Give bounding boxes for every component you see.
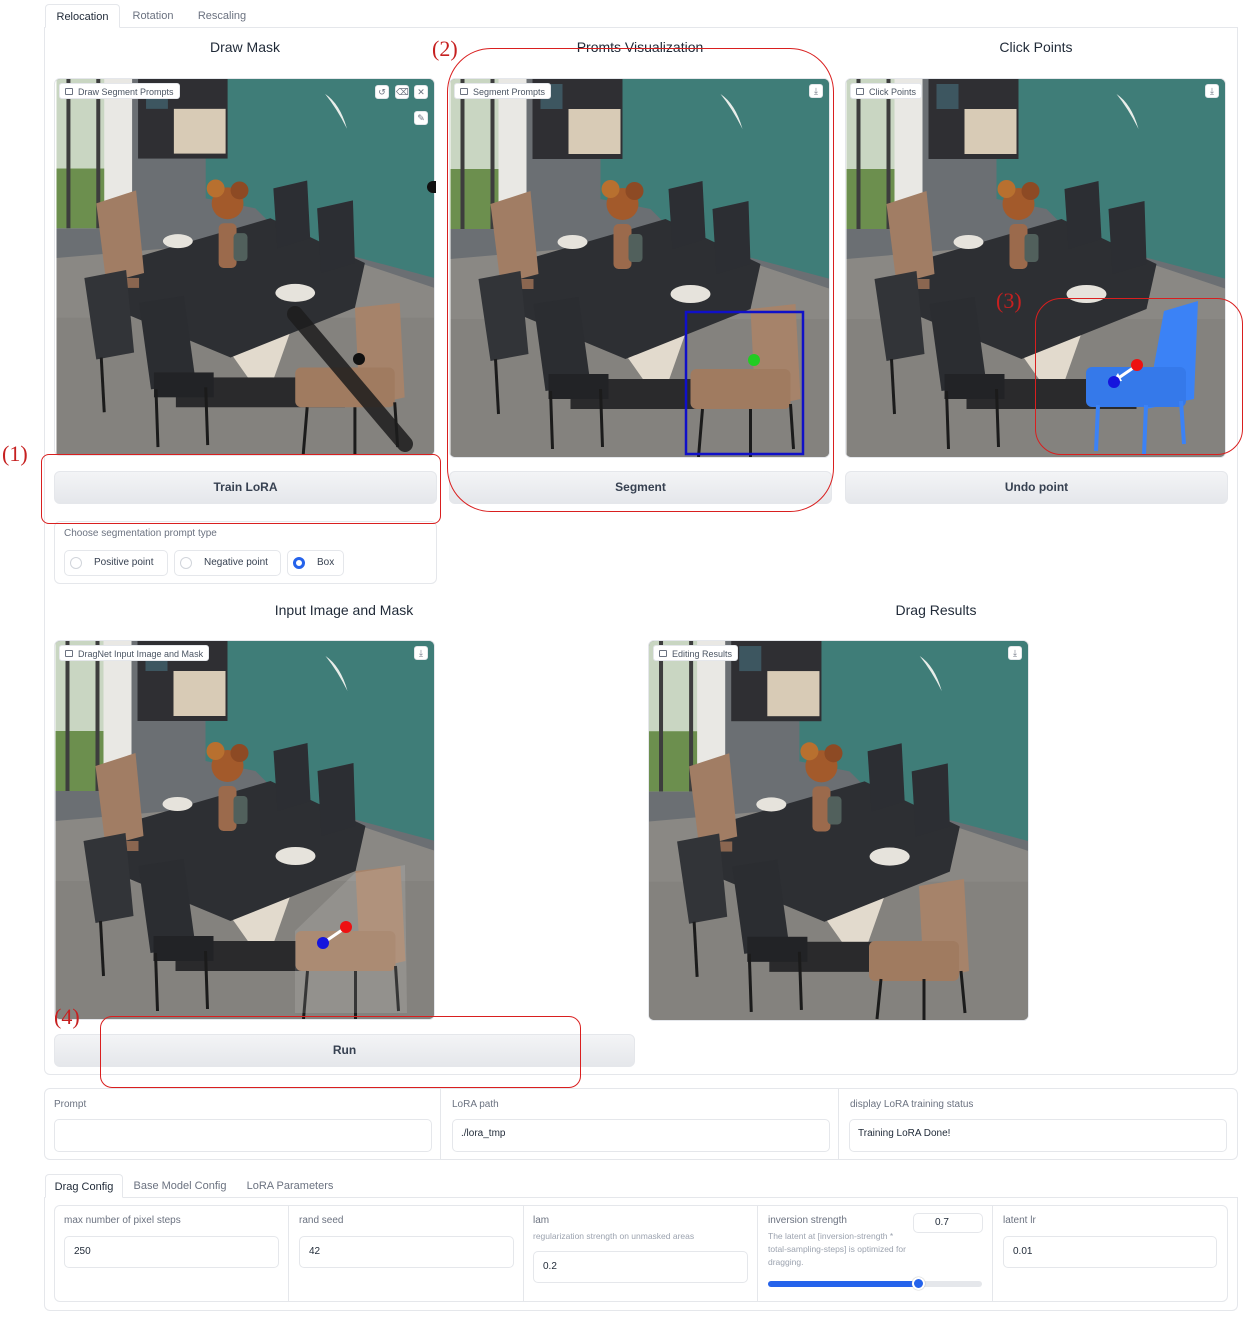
lam-input[interactable]: 0.2 <box>533 1251 748 1283</box>
annotation-box-1 <box>41 454 441 524</box>
tab-rotation[interactable]: Rotation <box>123 4 183 28</box>
tab-base-model-config[interactable]: Base Model Config <box>127 1174 233 1198</box>
pixel-steps-label: max number of pixel steps <box>64 1215 181 1226</box>
radio-button[interactable] <box>70 557 82 569</box>
eraser-icon[interactable]: ⌫ <box>395 85 409 99</box>
tab-lora-parameters[interactable]: LoRA Parameters <box>237 1174 343 1198</box>
editing-results-label: Editing Results <box>653 645 739 661</box>
annotation-label-2: (2) <box>432 36 458 61</box>
annotation-box-4 <box>100 1016 581 1088</box>
annotation-label-3: (3) <box>996 288 1022 313</box>
editing-results-image: Editing Results ⤓ <box>648 640 1029 1021</box>
click-points-title: Click Points <box>999 39 1073 55</box>
pixel-steps-field: max number of pixel steps 250 <box>55 1206 289 1301</box>
dragnet-input-label: DragNet Input Image and Mask <box>59 645 210 661</box>
lora-status-output[interactable]: Training LoRA Done! <box>849 1119 1227 1152</box>
draw-mask-image[interactable] <box>55 79 435 456</box>
radio-box[interactable]: Box <box>287 550 344 576</box>
radio-positive-point[interactable]: Positive point <box>64 550 168 576</box>
slider-thumb[interactable] <box>911 1277 925 1290</box>
image-icon <box>856 88 864 95</box>
click-points-label: Click Points <box>850 83 923 99</box>
radio-button-checked[interactable] <box>293 557 305 569</box>
annotation-label-4: (4) <box>54 1004 80 1029</box>
lora-path-label: LoRA path <box>452 1099 499 1110</box>
draw-mask-canvas[interactable]: Draw Segment Prompts ↺ ⌫ ✕ ✎ <box>54 78 435 456</box>
pixel-steps-input[interactable]: 250 <box>64 1236 279 1268</box>
segmentation-prompt-title: Choose segmentation prompt type <box>64 528 217 539</box>
annotation-label-1: (1) <box>2 441 28 466</box>
radio-button[interactable] <box>180 557 192 569</box>
download-icon[interactable]: ⤓ <box>1205 84 1219 98</box>
inversion-strength-slider[interactable] <box>768 1277 982 1290</box>
download-icon[interactable]: ⤓ <box>1008 646 1022 660</box>
download-icon[interactable]: ⤓ <box>414 646 428 660</box>
input-image-and-mask: DragNet Input Image and Mask ⤓ <box>54 640 435 1020</box>
undo-point-button[interactable]: Undo point <box>845 471 1228 504</box>
inversion-strength-field: inversion strength 0.7 The latent at [in… <box>758 1206 993 1301</box>
radio-negative-point[interactable]: Negative point <box>174 550 281 576</box>
annotation-box-3 <box>1035 298 1243 455</box>
lam-field: lam regularization strength on unmasked … <box>524 1206 758 1301</box>
divider <box>440 1089 441 1159</box>
rand-seed-field: rand seed 42 <box>289 1206 524 1301</box>
config-tabs: Drag Config Base Model Config LoRA Param… <box>45 1172 1237 1198</box>
latent-lr-field: latent lr 0.01 <box>993 1206 1227 1301</box>
lora-status-label: display LoRA training status <box>850 1099 974 1110</box>
segmentation-prompt-type: Choose segmentation prompt type Positive… <box>54 521 437 584</box>
draw-mask-title: Draw Mask <box>209 39 280 55</box>
prompt-input[interactable] <box>54 1119 432 1152</box>
latent-lr-input[interactable]: 0.01 <box>1003 1236 1217 1268</box>
lora-path-input[interactable]: ./lora_tmp <box>452 1119 830 1152</box>
image-icon <box>65 650 73 657</box>
rand-seed-input[interactable]: 42 <box>299 1236 514 1268</box>
annotation-box-2 <box>447 48 834 512</box>
image-icon <box>659 650 667 657</box>
brush-icon[interactable]: ✎ <box>414 111 428 125</box>
lam-hint: regularization strength on unmasked area… <box>533 1231 695 1241</box>
image-icon <box>65 88 73 95</box>
drag-config-fields: max number of pixel steps 250 rand seed … <box>54 1205 1228 1302</box>
top-tabs: Relocation Rotation Rescaling <box>45 2 1237 28</box>
inversion-strength-input[interactable]: 0.7 <box>913 1213 983 1233</box>
brush-cursor <box>427 181 436 193</box>
editing-results-scene <box>649 641 1028 1020</box>
close-icon[interactable]: ✕ <box>414 85 428 99</box>
drag-results-title: Drag Results <box>895 602 977 618</box>
latent-lr-label: latent lr <box>1003 1215 1036 1226</box>
lam-label: lam <box>533 1215 550 1226</box>
tab-relocation[interactable]: Relocation <box>45 4 120 28</box>
prompt-label: Prompt <box>54 1099 87 1110</box>
tab-drag-config[interactable]: Drag Config <box>45 1174 123 1198</box>
input-image-scene <box>55 641 434 1019</box>
divider <box>838 1089 839 1159</box>
slider-fill <box>768 1281 918 1287</box>
input-image-title: Input Image and Mask <box>274 602 414 618</box>
tab-rescaling[interactable]: Rescaling <box>187 4 257 28</box>
inversion-strength-hint: The latent at [inversion-strength * tota… <box>768 1231 906 1267</box>
draw-segment-prompts-label: Draw Segment Prompts <box>59 83 180 99</box>
rand-seed-label: rand seed <box>299 1215 344 1226</box>
inversion-strength-label: inversion strength <box>768 1215 847 1226</box>
undo-icon[interactable]: ↺ <box>375 85 389 99</box>
